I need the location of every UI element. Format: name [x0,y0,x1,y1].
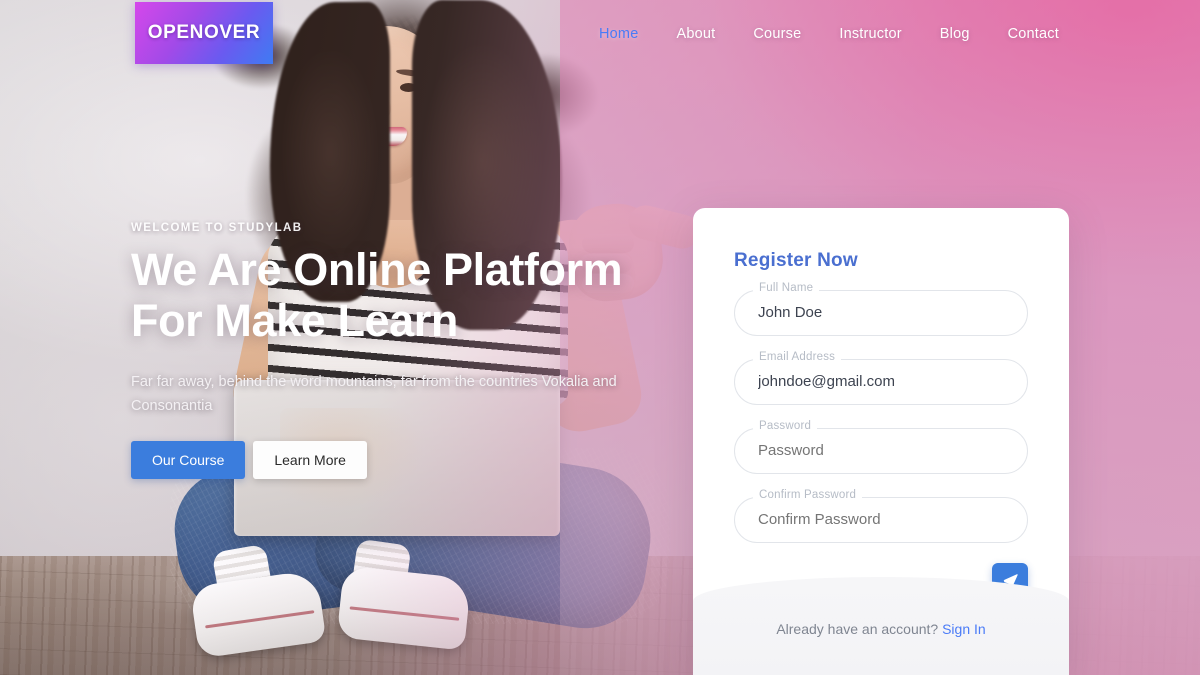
our-course-button[interactable]: Our Course [131,440,246,479]
confirm-password-field: Confirm Password [734,489,1028,543]
hero-section: WELCOME TO STUDYLAB We Are Online Platfo… [131,222,671,479]
page-root: OPENOVER Home About Course Instructor Bl… [0,0,1200,675]
email-address-field: Email Address [734,351,1028,405]
nav-item-home[interactable]: Home [580,20,657,48]
nav-item-contact[interactable]: Contact [989,20,1078,48]
full-name-input[interactable] [758,290,1008,336]
signin-prompt: Already have an account? Sign In [693,621,1069,637]
main-navigation: Home About Course Instructor Blog Contac… [580,20,1078,48]
password-field: Password [734,420,1028,474]
card-footer: Already have an account? Sign In [693,577,1069,675]
nav-item-instructor[interactable]: Instructor [820,20,920,48]
hero-paragraph: Far far away, behind the word mountains,… [131,373,617,414]
brand-logo[interactable]: OPENOVER [135,2,273,64]
hero-title: We Are Online Platform For Make Learn [131,244,671,347]
email-address-input[interactable] [758,359,1008,405]
hero-title-line-1: We Are Online Platform [131,244,623,295]
brand-logo-text: OPENOVER [147,22,261,43]
sign-in-link[interactable]: Sign In [942,621,986,637]
learn-more-button[interactable]: Learn More [253,440,367,479]
password-input[interactable] [758,428,1008,474]
nav-item-about[interactable]: About [657,20,734,48]
hero-eyebrow: WELCOME TO STUDYLAB [131,222,303,234]
signin-prompt-text: Already have an account? [776,621,939,637]
nav-item-blog[interactable]: Blog [921,20,989,48]
register-form: Full Name Email Address Password Confirm… [734,282,1028,566]
register-card: Register Now Full Name Email Address Pas… [693,208,1069,675]
hero-button-group: Our Course Learn More [131,440,671,479]
full-name-field: Full Name [734,282,1028,336]
register-heading: Register Now [734,250,858,271]
hero-title-line-2: For Make Learn [131,294,459,346]
nav-item-course[interactable]: Course [734,20,820,48]
confirm-password-input[interactable] [758,497,1008,543]
